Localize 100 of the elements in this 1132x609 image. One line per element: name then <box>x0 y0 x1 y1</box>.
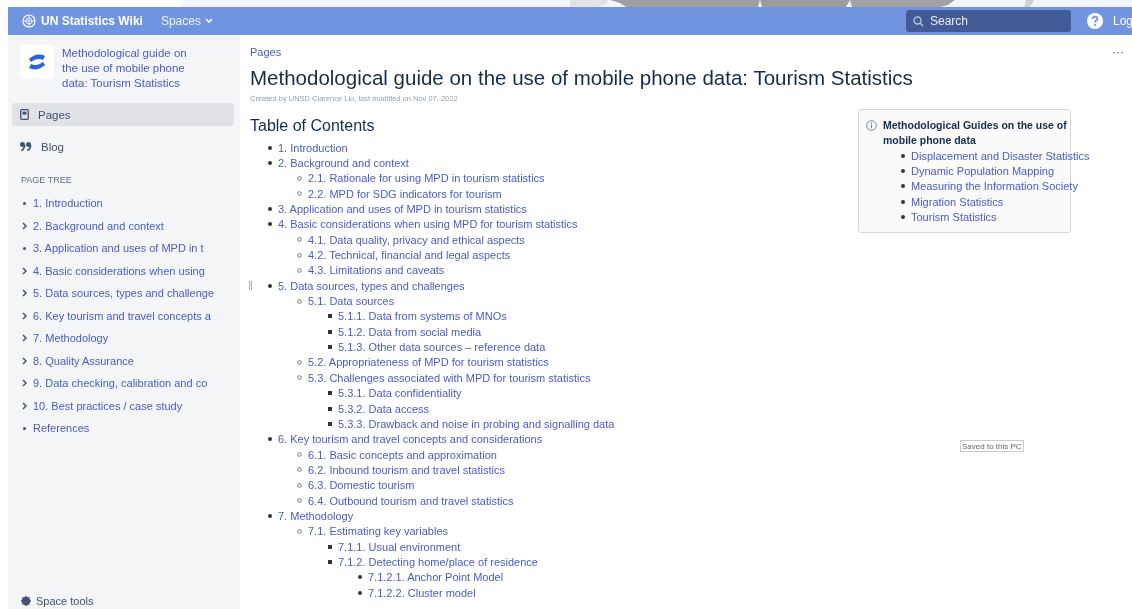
bullet-icon <box>297 252 302 258</box>
tree-item[interactable]: References <box>33 422 90 435</box>
space-title[interactable]: Methodological guide on the use of mobile phone data: Tourism Statistics <box>62 46 202 91</box>
saved-notice: Saved to this PC <box>960 440 1024 452</box>
bullet-icon <box>22 201 26 205</box>
bullet-icon <box>297 482 302 488</box>
toc-link[interactable]: 3. Application and uses of MPD in tourism statistics <box>278 203 527 216</box>
gear-icon <box>21 596 31 606</box>
bullet-icon <box>297 191 302 197</box>
toc-link[interactable]: 6.3. Domestic tourism <box>308 479 415 492</box>
toc-link[interactable]: 4.2. Technical, financial and legal aspects <box>308 249 511 262</box>
tree-item[interactable]: 4. Basic considerations when using <box>33 264 205 277</box>
toc-link[interactable]: 5. Data sources, types and challenges <box>278 279 465 292</box>
toc-link[interactable]: 4. Basic considerations when using MPD for tourism statistics <box>278 218 578 231</box>
bullet-icon <box>297 467 302 473</box>
chevron-right-icon[interactable] <box>21 401 27 410</box>
toc-link[interactable]: 7.1.2.2. Cluster model <box>368 586 476 599</box>
toc-link[interactable]: 5.3. Challenges associated with MPD for tourism statistics <box>308 371 591 384</box>
chevron-right-icon[interactable] <box>21 266 27 275</box>
guide-link[interactable]: Migration Statistics <box>911 195 1004 208</box>
quote-icon <box>20 142 32 151</box>
nav-item[interactable]: Blog <box>12 135 234 158</box>
tree-item[interactable]: 10. Best practices / case study <box>33 399 183 412</box>
toc-link[interactable]: 5.3.1. Data confidentiality <box>338 387 462 400</box>
toc-link[interactable]: 7.1.2. Detecting home/place of residence <box>338 555 538 568</box>
bullet-icon <box>267 283 272 288</box>
chevron-right-icon[interactable] <box>21 334 27 343</box>
more-actions-button[interactable]: ··· <box>1112 45 1124 59</box>
toc-link[interactable]: 5.3.3. Drawback and noise in probing and signalling data <box>338 417 615 430</box>
breadcrumb-link[interactable]: Pages <box>250 46 282 58</box>
tree-item[interactable]: 8. Quality Assurance <box>33 354 134 367</box>
tree-item[interactable]: 3. Application and uses of MPD in t <box>33 242 204 255</box>
toc-link[interactable]: 7.1. Estimating key variables <box>308 525 448 538</box>
toc-link[interactable]: 6.2. Inbound tourism and travel statistics <box>308 463 505 476</box>
bullet-icon <box>297 528 302 534</box>
section-heading: PAGE TREE <box>21 175 73 185</box>
bullet-icon <box>327 406 332 411</box>
page-title: Methodological guide on the use of mobile phone data: Tourism Statistics <box>250 66 914 90</box>
bullet-icon <box>267 437 272 442</box>
bullet-icon <box>357 590 362 595</box>
tree-item[interactable]: 1. Introduction <box>33 197 103 210</box>
toc-link[interactable]: 5.1.2. Data from social media <box>338 325 482 338</box>
toc-link[interactable]: 5.2. Appropriateness of MPD for tourism statistics <box>308 356 549 369</box>
tree-item[interactable]: 6. Key tourism and travel concepts a <box>33 309 211 322</box>
chevron-right-icon[interactable] <box>21 379 27 388</box>
nav-item[interactable]: Pages <box>12 103 234 126</box>
guide-link[interactable]: Tourism Statistics <box>911 210 997 223</box>
toc-link[interactable]: 5.1. Data sources <box>308 295 395 308</box>
toc-link[interactable]: 7.1.2.1. Anchor Point Model <box>368 571 504 584</box>
toc-link[interactable]: 6. Key tourism and travel concepts and considerations <box>278 433 543 446</box>
help-icon[interactable] <box>1087 13 1103 29</box>
tree-item[interactable]: 2. Background and context <box>33 219 164 232</box>
search-icon <box>913 15 924 27</box>
toc-link[interactable]: 5.1.3. Other data sources – reference data <box>338 341 546 354</box>
guide-link[interactable]: Displacement and Disaster Statistics <box>911 149 1090 162</box>
toc-link[interactable]: 2. Background and context <box>278 157 409 169</box>
bullet-icon <box>297 267 302 273</box>
bullet-icon <box>327 391 332 396</box>
guide-link[interactable]: Dynamic Population Mapping <box>911 164 1055 177</box>
toc-link[interactable]: 4.1. Data quality, privacy and ethical aspects <box>308 233 525 246</box>
chevron-right-icon[interactable] <box>21 356 27 365</box>
resize-handle-icon[interactable] <box>249 281 252 290</box>
space-tools-link[interactable]: Space tools <box>36 595 94 607</box>
chevron-right-icon[interactable] <box>21 311 27 320</box>
bullet-icon <box>267 145 272 150</box>
toc-link[interactable]: 5.1.1. Data from systems of MNOs <box>338 310 507 323</box>
bullet-icon <box>267 207 272 212</box>
bullet-icon <box>900 168 905 173</box>
bullet-icon <box>297 175 302 181</box>
toc-link[interactable]: 2.2. MPD for SDG indicators for tourism <box>308 187 502 200</box>
guide-link[interactable]: Measuring the Information Society <box>911 180 1078 193</box>
search-field[interactable]: Search <box>906 10 1071 32</box>
bullet-icon <box>327 559 332 564</box>
toc-link[interactable]: 4.3. Limitations and caveats <box>308 264 445 277</box>
toc-link[interactable]: 6.4. Outbound tourism and travel statistics <box>308 494 514 507</box>
tree-item[interactable]: 9. Data checking, calibration and co <box>33 377 208 390</box>
tree-item[interactable]: 5. Data sources, types and challenge <box>33 287 214 300</box>
tree-item[interactable]: 7. Methodology <box>33 332 109 345</box>
bullet-icon <box>297 237 302 243</box>
bullet-icon <box>327 329 332 334</box>
bullet-icon <box>297 498 302 504</box>
toc-link[interactable]: 7.1.1. Usual environment <box>338 540 461 553</box>
toc-link[interactable]: 6.1. Basic concepts and approximation <box>308 448 497 461</box>
page-icon <box>20 109 29 120</box>
chevron-right-icon[interactable] <box>21 289 27 298</box>
toc-link[interactable]: 2.1. Rationale for using MPD in tourism statistics <box>308 172 545 185</box>
info-icon <box>866 120 877 131</box>
toc-link[interactable]: 7. Methodology <box>278 509 354 522</box>
bullet-icon <box>900 184 905 189</box>
toc-link[interactable]: 5.3.2. Data access <box>338 402 430 415</box>
bullet-icon <box>297 452 302 458</box>
bullet-icon <box>327 314 332 319</box>
chevron-right-icon[interactable] <box>21 221 27 230</box>
toc-link[interactable]: 1. Introduction <box>278 141 348 154</box>
bullet-icon <box>267 513 272 518</box>
bullet-icon <box>297 360 302 365</box>
bullet-icon <box>357 575 362 580</box>
bullet-icon <box>267 222 272 227</box>
bullet-icon <box>297 375 302 381</box>
chevron-down-icon <box>204 18 213 24</box>
